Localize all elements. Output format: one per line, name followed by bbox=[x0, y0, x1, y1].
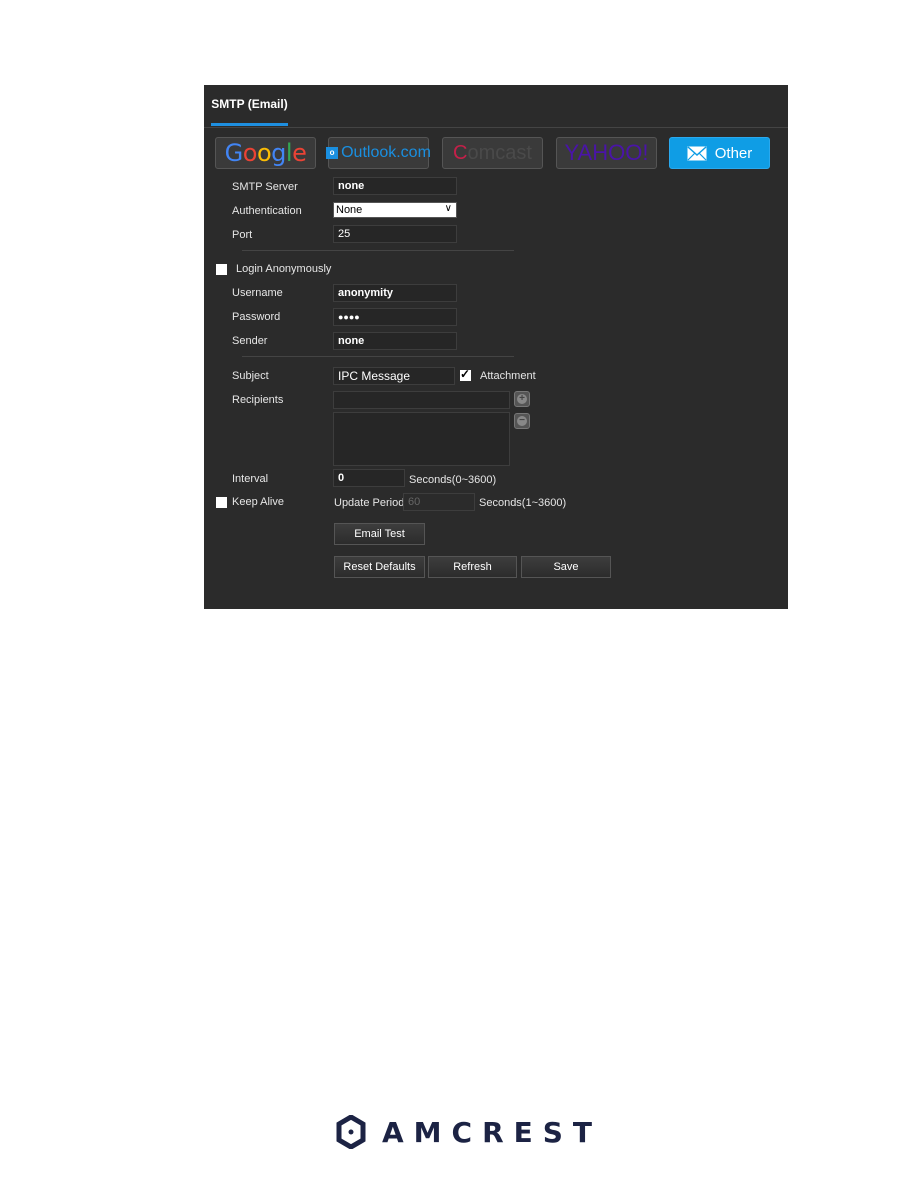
provider-yahoo-button[interactable]: YAHOO! bbox=[556, 137, 657, 169]
login-anonymously-checkbox[interactable] bbox=[216, 264, 227, 275]
amcrest-logo: AMCREST bbox=[336, 1115, 602, 1149]
subject-input[interactable]: IPC Message bbox=[333, 367, 455, 385]
update-period-label: Update Period bbox=[334, 497, 405, 509]
provider-other-button[interactable]: Other bbox=[669, 137, 770, 169]
outlook-logo-icon: o Outlook.com bbox=[326, 144, 431, 162]
keep-alive-label: Keep Alive bbox=[232, 496, 284, 508]
port-label: Port bbox=[232, 229, 253, 241]
yahoo-logo-icon: YAHOO! bbox=[564, 140, 649, 165]
sender-label: Sender bbox=[232, 335, 268, 347]
username-input[interactable]: anonymity bbox=[333, 284, 457, 302]
port-input[interactable]: 25 bbox=[333, 225, 457, 243]
attachment-label: Attachment bbox=[480, 370, 536, 382]
tab-active-indicator bbox=[211, 123, 288, 126]
tab-bar: SMTP (Email) bbox=[204, 85, 788, 128]
update-period-unit-label: Seconds(1~3600) bbox=[479, 497, 567, 509]
password-label: Password bbox=[232, 311, 281, 323]
password-input[interactable]: ●●●● bbox=[333, 308, 457, 326]
interval-unit-label: Seconds(0~3600) bbox=[409, 474, 497, 486]
divider bbox=[242, 356, 514, 357]
add-recipient-button[interactable]: + bbox=[514, 391, 530, 407]
recipient-input[interactable] bbox=[333, 391, 510, 409]
login-anonymously-label: Login Anonymously bbox=[236, 263, 332, 275]
recipients-label: Recipients bbox=[232, 394, 284, 406]
interval-input[interactable]: 0 bbox=[333, 469, 405, 487]
email-test-button[interactable]: Email Test bbox=[334, 523, 425, 545]
provider-google-button[interactable]: Google bbox=[215, 137, 316, 169]
chevron-down-icon: ∨ bbox=[444, 203, 452, 214]
plus-icon: + bbox=[517, 394, 527, 404]
subject-label: Subject bbox=[232, 370, 269, 382]
amcrest-hex-icon bbox=[336, 1115, 366, 1149]
smtp-server-input[interactable]: none bbox=[333, 177, 457, 195]
attachment-checkbox[interactable] bbox=[460, 367, 471, 381]
username-label: Username bbox=[232, 287, 283, 299]
remove-recipient-button[interactable]: − bbox=[514, 413, 530, 429]
brand-name: AMCREST bbox=[382, 1115, 603, 1149]
envelope-icon bbox=[687, 145, 707, 160]
interval-label: Interval bbox=[232, 473, 269, 485]
provider-outlook-button[interactable]: o Outlook.com bbox=[326, 137, 431, 169]
refresh-button[interactable]: Refresh bbox=[428, 556, 517, 578]
smtp-settings-panel: SMTP (Email) Google o Outlook.com Comcast… bbox=[204, 85, 788, 609]
authentication-select[interactable]: None ∨ bbox=[333, 202, 457, 218]
reset-defaults-button[interactable]: Reset Defaults bbox=[334, 556, 425, 578]
google-logo-icon: Google bbox=[224, 139, 307, 167]
tab-smtp-email[interactable]: SMTP (Email) bbox=[211, 85, 288, 127]
provider-other-label: Other bbox=[714, 144, 753, 162]
sender-input[interactable]: none bbox=[333, 332, 457, 350]
comcast-logo-icon: Comcast bbox=[453, 141, 532, 164]
recipients-list[interactable] bbox=[333, 412, 510, 466]
minus-icon: − bbox=[517, 416, 527, 426]
authentication-label: Authentication bbox=[232, 205, 302, 217]
keep-alive-checkbox[interactable] bbox=[216, 497, 227, 508]
save-button[interactable]: Save bbox=[521, 556, 611, 578]
update-period-input[interactable]: 60 bbox=[403, 493, 475, 511]
divider bbox=[242, 250, 514, 251]
provider-comcast-button[interactable]: Comcast bbox=[442, 137, 543, 169]
smtp-server-label: SMTP Server bbox=[232, 181, 298, 193]
